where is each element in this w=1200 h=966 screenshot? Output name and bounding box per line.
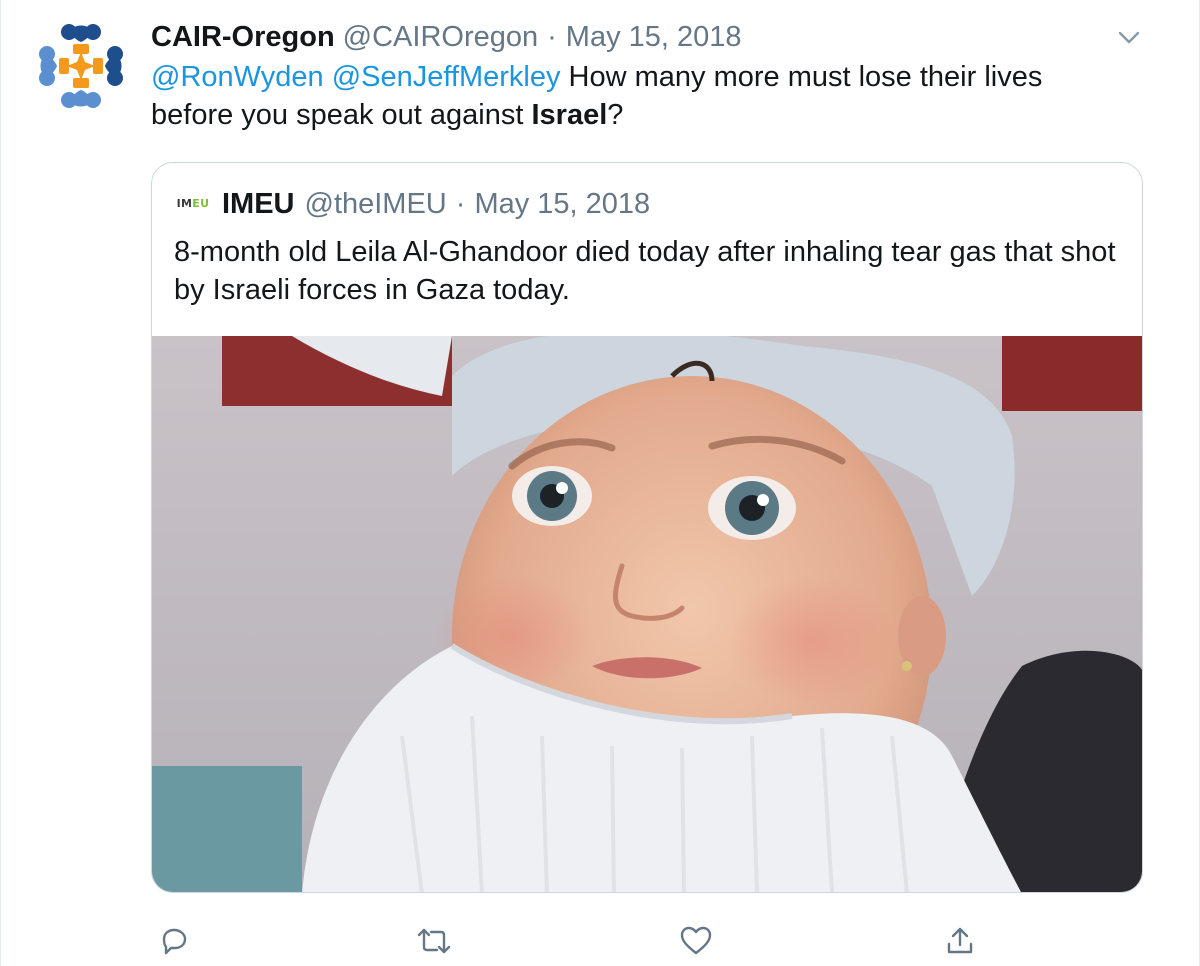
profile-avatar[interactable] bbox=[29, 14, 133, 118]
quoted-author-name[interactable]: IMEU bbox=[222, 185, 295, 223]
retweet-button[interactable] bbox=[411, 920, 457, 962]
quoted-header-separator: · bbox=[455, 188, 466, 220]
reply-icon bbox=[162, 928, 187, 955]
reply-button[interactable] bbox=[151, 920, 197, 962]
tweet-text-end: ? bbox=[607, 99, 624, 131]
more-options-button[interactable] bbox=[1114, 24, 1144, 50]
quoted-author-handle[interactable]: @theIMEU bbox=[305, 185, 447, 223]
mention-ronwyden[interactable]: @RonWyden bbox=[151, 61, 324, 93]
heart-icon bbox=[680, 926, 712, 955]
tweet-card[interactable]: CAIR-Oregon @CAIROregon · May 15, 2018 @… bbox=[0, 0, 1200, 966]
quoted-tweet-photo[interactable] bbox=[152, 336, 1142, 892]
chevron-down-icon bbox=[1118, 31, 1140, 44]
tweet-header: CAIR-Oregon @CAIROregon · May 15, 2018 bbox=[151, 18, 742, 56]
share-button[interactable] bbox=[937, 920, 983, 962]
cair-logo-icon bbox=[29, 14, 133, 118]
tweet-actions bbox=[151, 920, 991, 962]
retweet-icon bbox=[417, 928, 451, 954]
quoted-tweet-text: 8-month old Leila Al-Ghandoor died today… bbox=[174, 236, 1116, 306]
baby-photo-image bbox=[152, 336, 1142, 892]
header-separator: · bbox=[547, 21, 557, 53]
mention-senjeffmerkley[interactable]: @SenJeffMerkley bbox=[332, 61, 561, 93]
quoted-tweet[interactable]: IM EU IMEU @theIMEU · May 15, 2018 8-mont… bbox=[151, 162, 1143, 893]
tweet-text: @RonWyden @SenJeffMerkley How many more … bbox=[151, 58, 1111, 134]
imeu-logo-text-2: EU bbox=[192, 197, 210, 210]
share-icon bbox=[947, 927, 973, 954]
author-handle[interactable]: @CAIROregon bbox=[343, 18, 538, 56]
imeu-logo-text-1: IM bbox=[176, 197, 193, 210]
tweet-text-bold: Israel bbox=[531, 99, 608, 131]
tweet-date[interactable]: May 15, 2018 bbox=[566, 18, 742, 56]
imeu-avatar[interactable]: IM EU bbox=[174, 189, 212, 219]
author-display-name[interactable]: CAIR-Oregon bbox=[151, 18, 335, 56]
quoted-tweet-date[interactable]: May 15, 2018 bbox=[474, 185, 650, 223]
quoted-tweet-header: IM EU IMEU @theIMEU · May 15, 2018 bbox=[174, 185, 651, 223]
like-button[interactable] bbox=[673, 920, 719, 962]
